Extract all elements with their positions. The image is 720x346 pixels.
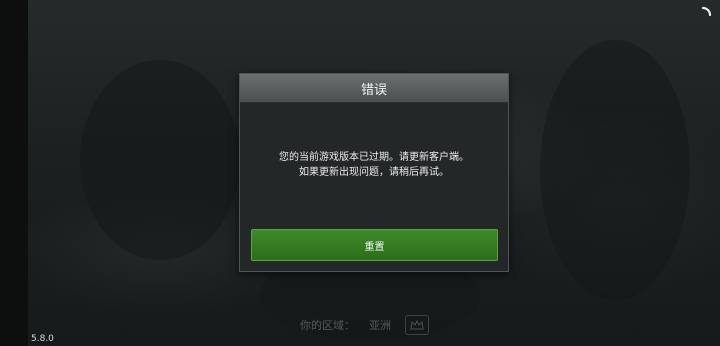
dialog-message-line-2: 如果更新出现问题，请稍后再试。 <box>299 167 449 178</box>
left-edge-shade <box>0 0 28 346</box>
reset-button-label: 重置 <box>364 241 385 253</box>
background-foliage <box>540 40 690 300</box>
dialog-message-line-1: 您的当前游戏版本已过期。请更新客户端。 <box>279 152 469 163</box>
dialog-header: 错误 <box>240 74 508 103</box>
dialog-title: 错误 <box>360 82 387 98</box>
error-dialog: 错误 您的当前游戏版本已过期。请更新客户端。 如果更新出现问题，请稍后再试。 重… <box>239 73 509 272</box>
region-indicator: 你的区域： 亚洲 <box>300 314 429 336</box>
version-label: 5.8.0 <box>31 334 54 344</box>
reset-button[interactable]: 重置 <box>251 229 498 261</box>
dialog-message: 您的当前游戏版本已过期。请更新客户端。 如果更新出现问题，请稍后再试。 <box>240 150 508 180</box>
region-label: 你的区域： <box>300 319 355 332</box>
background-foliage <box>80 60 240 260</box>
loading-spinner-icon <box>694 6 712 24</box>
crown-icon <box>405 315 429 335</box>
region-value: 亚洲 <box>369 319 391 332</box>
